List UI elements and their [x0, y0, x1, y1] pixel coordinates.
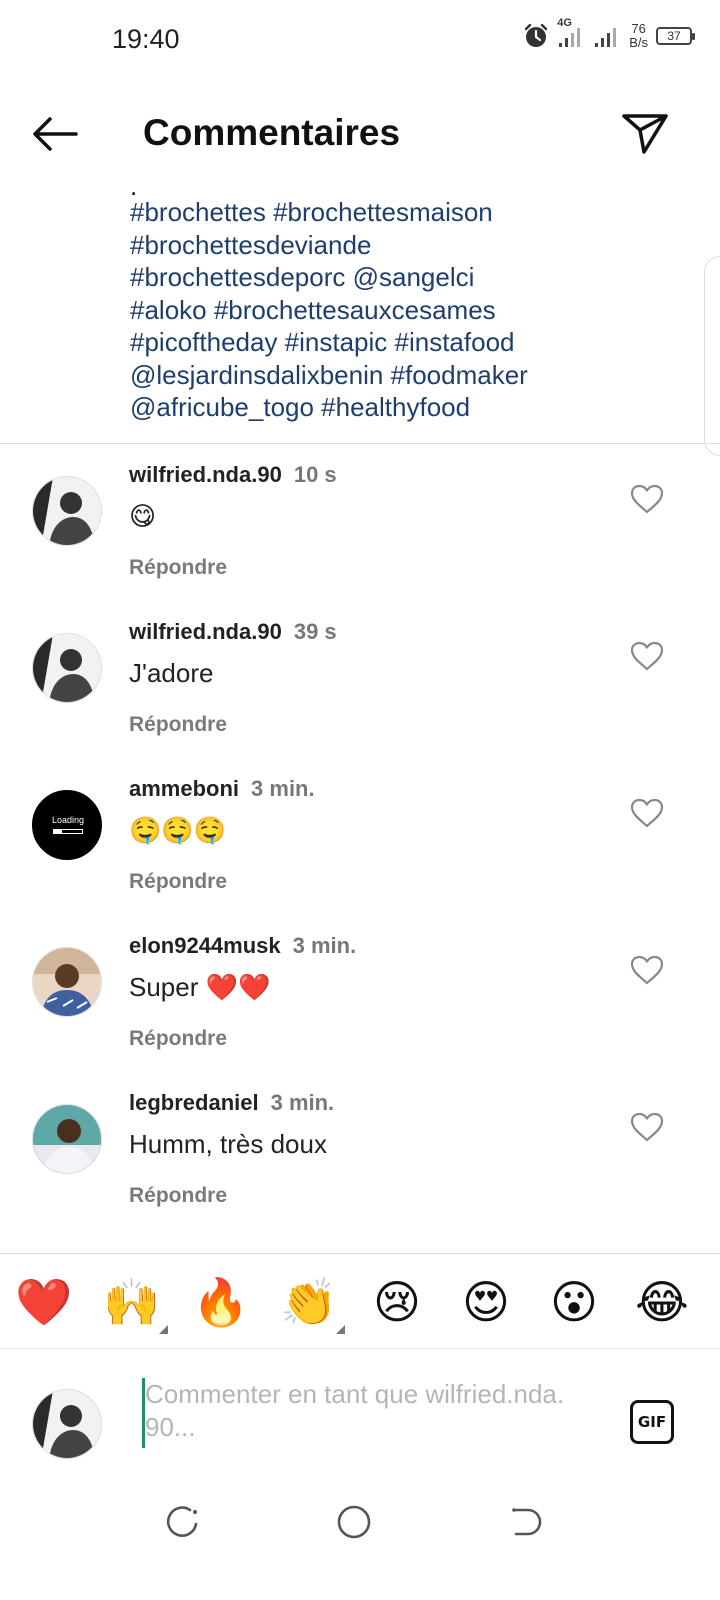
system-nav-bar	[0, 1490, 720, 1560]
emoji-laughing-button[interactable]: 😂	[630, 1270, 694, 1334]
comment-header: wilfried.nda.90 10 s	[129, 462, 337, 488]
post-caption: . #brochettes #brochettesmaison #brochet…	[130, 171, 670, 424]
comment-time: 10 s	[293, 462, 337, 487]
gif-button[interactable]: GIF	[630, 1400, 674, 1444]
share-button[interactable]	[620, 108, 670, 158]
like-button[interactable]	[630, 955, 664, 985]
reply-button[interactable]: Répondre	[129, 1184, 227, 1208]
like-button[interactable]	[630, 484, 664, 514]
emoji-heart-button[interactable]: ❤️	[12, 1270, 76, 1334]
battery-icon: 37	[656, 27, 695, 45]
heart-icon	[630, 641, 664, 671]
caption-hashtags-line[interactable]: #brochettesdeviande	[130, 229, 670, 262]
emoji-surprised-button[interactable]: 😮	[542, 1270, 606, 1334]
comment-text: Humm, très doux	[129, 1129, 327, 1159]
comment-item: wilfried.nda.90 10 s 😋 Répondre	[0, 444, 720, 594]
scroll-edge	[704, 256, 720, 456]
back-nav-button[interactable]	[506, 1502, 546, 1542]
divider	[0, 1253, 720, 1254]
heart-icon	[630, 798, 664, 828]
network-type: 4G	[557, 17, 572, 29]
comment-header: legbredaniel 3 min.	[129, 1090, 334, 1116]
skin-tone-indicator	[336, 1325, 345, 1334]
loading-bar-icon	[53, 829, 83, 834]
reply-button[interactable]: Répondre	[129, 556, 227, 580]
heart-icon	[630, 955, 664, 985]
home-icon	[337, 1505, 371, 1539]
reply-button[interactable]: Répondre	[129, 1027, 227, 1051]
emoji-fire-button[interactable]: 🔥	[189, 1270, 253, 1334]
comment-username[interactable]: legbredaniel	[129, 1090, 259, 1115]
emoji-heart-eyes-button[interactable]: 😍	[454, 1270, 518, 1334]
caption-dot: .	[130, 171, 138, 201]
back-button[interactable]	[30, 112, 80, 156]
page-title: Commentaires	[143, 112, 401, 153]
back-nav-icon	[512, 1508, 542, 1536]
comment-time: 39 s	[293, 619, 337, 644]
status-icons: 4G 76 B/s 37	[523, 17, 695, 50]
like-button[interactable]	[630, 798, 664, 828]
emoji-raised-hands-button[interactable]: 🙌	[100, 1270, 168, 1334]
recent-apps-icon	[166, 1506, 198, 1537]
comment-header: ammeboni 3 min.	[129, 776, 315, 802]
comment-item: legbredaniel 3 min. Humm, très doux Répon…	[0, 1072, 720, 1222]
avatar-label: Loading	[51, 815, 85, 825]
composer-avatar	[32, 1389, 102, 1459]
avatar[interactable]	[32, 633, 102, 703]
comment-text: 😋	[129, 501, 157, 531]
reply-button[interactable]: Répondre	[129, 870, 227, 894]
like-button[interactable]	[630, 641, 664, 671]
reply-button[interactable]: Répondre	[129, 713, 227, 737]
comment-text: J'adore	[129, 658, 214, 688]
like-button[interactable]	[630, 1112, 664, 1142]
home-button[interactable]	[334, 1502, 374, 1542]
comment-text: 🤤🤤🤤	[129, 815, 227, 845]
signal-icon	[595, 28, 617, 47]
skin-tone-indicator	[159, 1325, 168, 1334]
caption-hashtags-line[interactable]: #aloko #brochettesauxcesames	[130, 294, 670, 327]
comment-time: 3 min.	[251, 776, 315, 801]
recent-apps-button[interactable]	[162, 1502, 202, 1542]
caption-hashtags-line[interactable]: @lesjardinsdalixbenin #foodmaker	[130, 359, 670, 392]
status-bar: 19:40 4G 76 B/s 37	[0, 0, 720, 80]
comment-username[interactable]: ammeboni	[129, 776, 239, 801]
comment-username[interactable]: wilfried.nda.90	[129, 462, 282, 487]
comment-header: elon9244musk 3 min.	[129, 933, 356, 959]
caption-hashtags-line[interactable]: #brochettesdeporc @sangelci	[130, 261, 670, 294]
comment-item: Loading ammeboni 3 min. 🤤🤤🤤 Répondre	[0, 758, 720, 908]
comment-time: 3 min.	[270, 1090, 335, 1115]
comment-item: elon9244musk 3 min. Super ❤️❤️ Répondre	[0, 915, 720, 1065]
comment-item: wilfried.nda.90 39 s J'adore Répondre	[0, 601, 720, 751]
heart-icon	[630, 484, 664, 514]
arrow-left-icon	[33, 117, 78, 151]
status-time: 19:40	[112, 24, 180, 54]
avatar[interactable]: Loading	[32, 790, 102, 860]
header: Commentaires	[0, 100, 720, 170]
comment-text: Super ❤️❤️	[129, 972, 271, 1002]
caption-hashtags-line[interactable]: #brochettes #brochettesmaison	[130, 196, 670, 229]
avatar[interactable]	[32, 947, 102, 1017]
heart-icon	[630, 1112, 664, 1142]
avatar[interactable]	[32, 1104, 102, 1174]
avatar[interactable]	[32, 476, 102, 546]
divider	[0, 1348, 720, 1349]
comment-username[interactable]: wilfried.nda.90	[129, 619, 282, 644]
emoji-clap-button[interactable]: 👏	[277, 1270, 345, 1334]
comment-input[interactable]: Commenter en tant que wilfried.nda. 90..…	[142, 1378, 612, 1448]
caption-hashtags-line[interactable]: @africube_togo #healthyfood	[130, 391, 670, 424]
comment-time: 3 min.	[292, 933, 357, 958]
alarm-icon	[525, 23, 548, 47]
comment-header: wilfried.nda.90 39 s	[129, 619, 337, 645]
paper-plane-icon	[622, 114, 668, 154]
network-speed: 76 B/s	[629, 21, 648, 50]
caption-hashtags-line[interactable]: #picoftheday #instapic #instafood	[130, 326, 670, 359]
emoji-quick-bar: ❤️ 🙌 🔥 👏 😢 😍 😮 😂	[0, 1270, 720, 1338]
emoji-crying-button[interactable]: 😢	[365, 1270, 429, 1334]
comment-username[interactable]: elon9244musk	[129, 933, 281, 958]
